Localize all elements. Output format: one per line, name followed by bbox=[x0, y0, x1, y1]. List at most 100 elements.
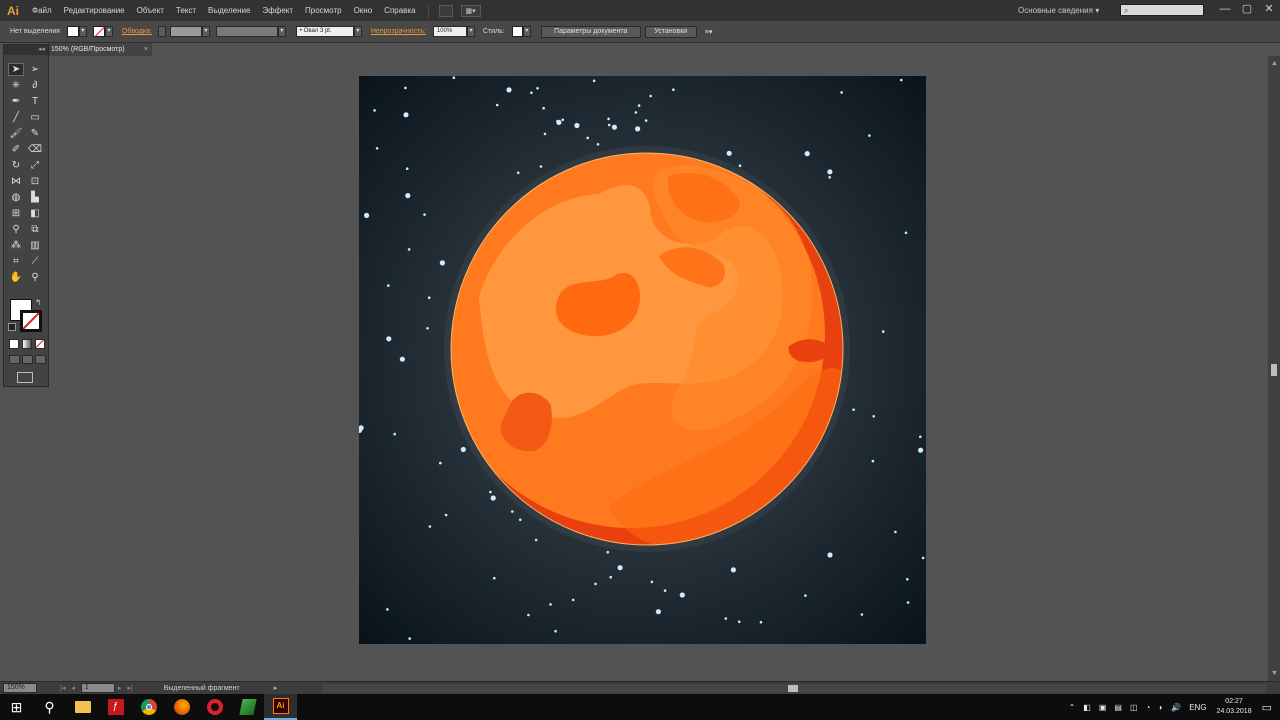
screen-mode-icon[interactable] bbox=[17, 372, 33, 383]
slice-tool[interactable]: ⟋ bbox=[27, 255, 43, 268]
column-graph-tool[interactable]: ▥ bbox=[27, 239, 43, 252]
scale-tool[interactable]: ⤢ bbox=[27, 159, 43, 172]
artboard-tool[interactable]: ⌗ bbox=[8, 255, 24, 268]
menu-edit[interactable]: Редактирование bbox=[58, 0, 131, 21]
scroll-up-icon[interactable]: ▲ bbox=[1271, 60, 1278, 67]
menu-file[interactable]: Файл bbox=[26, 0, 58, 21]
notepad-icon[interactable] bbox=[231, 694, 264, 720]
close-tab-icon[interactable]: × bbox=[144, 43, 148, 56]
mesh-tool[interactable]: ⊞ bbox=[8, 207, 24, 220]
document-tab[interactable]: 150% (RGB/Просмотр) × bbox=[48, 43, 152, 56]
selection-tool[interactable]: ➤ bbox=[8, 63, 24, 76]
first-artboard-button[interactable]: |◂ bbox=[57, 684, 68, 692]
shape-builder-tool[interactable]: ◍ bbox=[8, 191, 24, 204]
fill-color-swatch[interactable] bbox=[66, 26, 79, 37]
rotate-tool[interactable]: ↻ bbox=[8, 159, 24, 172]
opera-icon[interactable] bbox=[198, 694, 231, 720]
network-icon[interactable]: ◗ bbox=[1158, 703, 1163, 712]
vertical-scrollbar[interactable]: ▲ ▼ bbox=[1268, 56, 1280, 681]
flash-icon[interactable]: ƒ bbox=[99, 694, 132, 720]
firefox-icon[interactable] bbox=[165, 694, 198, 720]
draw-inside-button[interactable] bbox=[35, 355, 46, 364]
search-icon[interactable]: ⚲ bbox=[33, 694, 66, 720]
type-tool[interactable]: T bbox=[27, 95, 43, 108]
vertical-scroll-thumb[interactable] bbox=[1271, 364, 1277, 376]
profile-dropdown[interactable]: ▾ bbox=[277, 26, 286, 37]
gradient-tool[interactable]: ◧ bbox=[27, 207, 43, 220]
status-menu-arrow[interactable]: ▸ bbox=[274, 684, 278, 692]
style-dropdown[interactable]: ▾ bbox=[522, 26, 531, 37]
stroke-weight-spinner[interactable] bbox=[157, 26, 166, 37]
notification-center-icon[interactable]: ▭ bbox=[1262, 701, 1272, 714]
tray-app-icon-5[interactable]: ◔ bbox=[1146, 703, 1151, 712]
swap-fill-stroke-icon[interactable]: ↰ bbox=[35, 298, 42, 307]
tray-app-icon-3[interactable]: ▤ bbox=[1114, 703, 1122, 712]
graphic-style-swatch[interactable] bbox=[511, 26, 523, 37]
tray-app-icon-1[interactable]: ◧ bbox=[1083, 703, 1091, 712]
horizontal-scrollbar[interactable] bbox=[322, 684, 1266, 693]
volume-icon[interactable]: 🔊 bbox=[1171, 703, 1181, 712]
language-indicator[interactable]: ENG bbox=[1189, 703, 1206, 712]
artboard[interactable] bbox=[359, 76, 926, 644]
hand-tool[interactable]: ✋ bbox=[8, 271, 24, 284]
stroke-weight-field[interactable] bbox=[169, 26, 202, 37]
preferences-button[interactable]: Установки bbox=[644, 25, 697, 38]
width-tool[interactable]: ⋈ bbox=[8, 175, 24, 188]
pencil-tool[interactable]: ✎ bbox=[27, 127, 43, 140]
direct-selection-tool[interactable]: ➢ bbox=[27, 63, 43, 76]
brush-dropdown[interactable]: ▾ bbox=[353, 26, 362, 37]
horizontal-scroll-thumb[interactable] bbox=[788, 685, 798, 692]
illustrator-icon[interactable]: Ai bbox=[264, 694, 297, 720]
paintbrush-tool[interactable]: 🖌 bbox=[8, 127, 24, 140]
collapse-panel-icon[interactable]: ◂◂ bbox=[38, 46, 45, 53]
stroke-panel-link[interactable]: Обводка: bbox=[119, 28, 155, 35]
pen-tool[interactable]: ✒ bbox=[8, 95, 24, 108]
free-transform-tool[interactable]: ⊡ bbox=[27, 175, 43, 188]
menu-object[interactable]: Объект bbox=[131, 0, 170, 21]
gradient-mode-button[interactable] bbox=[22, 339, 32, 349]
menu-type[interactable]: Текст bbox=[170, 0, 202, 21]
stroke-swatch[interactable] bbox=[20, 310, 42, 332]
draw-normal-button[interactable] bbox=[9, 355, 20, 364]
blob-brush-tool[interactable]: ✐ bbox=[8, 143, 24, 156]
close-button[interactable]: ✕ bbox=[1258, 0, 1280, 21]
chrome-icon[interactable] bbox=[132, 694, 165, 720]
maximize-button[interactable]: ▢ bbox=[1236, 0, 1258, 21]
symbol-sprayer-tool[interactable]: ⁂ bbox=[8, 239, 24, 252]
opacity-field[interactable]: 100% bbox=[432, 26, 467, 37]
default-colors-icon[interactable] bbox=[8, 323, 16, 331]
arrange-documents-button[interactable]: ▦▾ bbox=[460, 4, 481, 17]
next-artboard-button[interactable]: ▸ bbox=[115, 684, 125, 692]
perspective-grid-tool[interactable]: ▙ bbox=[27, 191, 43, 204]
minimize-button[interactable]: — bbox=[1214, 0, 1236, 21]
show-hidden-icons-icon[interactable]: ⌃ bbox=[1069, 703, 1076, 712]
menu-window[interactable]: Окно bbox=[348, 0, 379, 21]
artboard-number-field[interactable]: 1 bbox=[80, 683, 115, 693]
line-tool[interactable]: ╱ bbox=[8, 111, 24, 124]
tray-app-icon-2[interactable]: ▣ bbox=[1099, 703, 1107, 712]
windows-start-icon[interactable]: ⊞ bbox=[0, 694, 33, 720]
previous-artboard-button[interactable]: ◂ bbox=[68, 684, 78, 692]
color-mode-button[interactable] bbox=[9, 339, 19, 349]
opacity-panel-link[interactable]: Непрозрачность: bbox=[368, 28, 429, 35]
control-bar-menu-icon[interactable]: ≡▾ bbox=[701, 28, 717, 36]
clock[interactable]: 02:27 24.03.2018 bbox=[1217, 697, 1252, 717]
menu-help[interactable]: Справка bbox=[378, 0, 421, 21]
magic-wand-tool[interactable]: ✳ bbox=[8, 79, 24, 92]
stroke-weight-dropdown[interactable]: ▾ bbox=[201, 26, 210, 37]
stroke-color-swatch[interactable] bbox=[92, 26, 105, 37]
stroke-dropdown[interactable]: ▾ bbox=[104, 26, 113, 37]
none-mode-button[interactable] bbox=[35, 339, 45, 349]
scroll-down-icon[interactable]: ▼ bbox=[1271, 670, 1278, 677]
draw-behind-button[interactable] bbox=[22, 355, 33, 364]
last-artboard-button[interactable]: ▸| bbox=[124, 684, 135, 692]
eyedropper-tool[interactable]: ⚲ bbox=[8, 223, 24, 236]
tools-panel-header[interactable]: ◂◂ bbox=[4, 45, 48, 55]
menu-effect[interactable]: Эффект bbox=[256, 0, 299, 21]
workspace-switcher[interactable]: Основные сведения ▾ bbox=[1018, 0, 1099, 21]
rectangle-tool[interactable]: ▭ bbox=[27, 111, 43, 124]
blend-tool[interactable]: ⧉ bbox=[27, 223, 43, 236]
bridge-button[interactable] bbox=[438, 4, 453, 17]
search-input[interactable]: ⌕ bbox=[1120, 4, 1204, 16]
zoom-tool[interactable]: ⚲ bbox=[27, 271, 43, 284]
